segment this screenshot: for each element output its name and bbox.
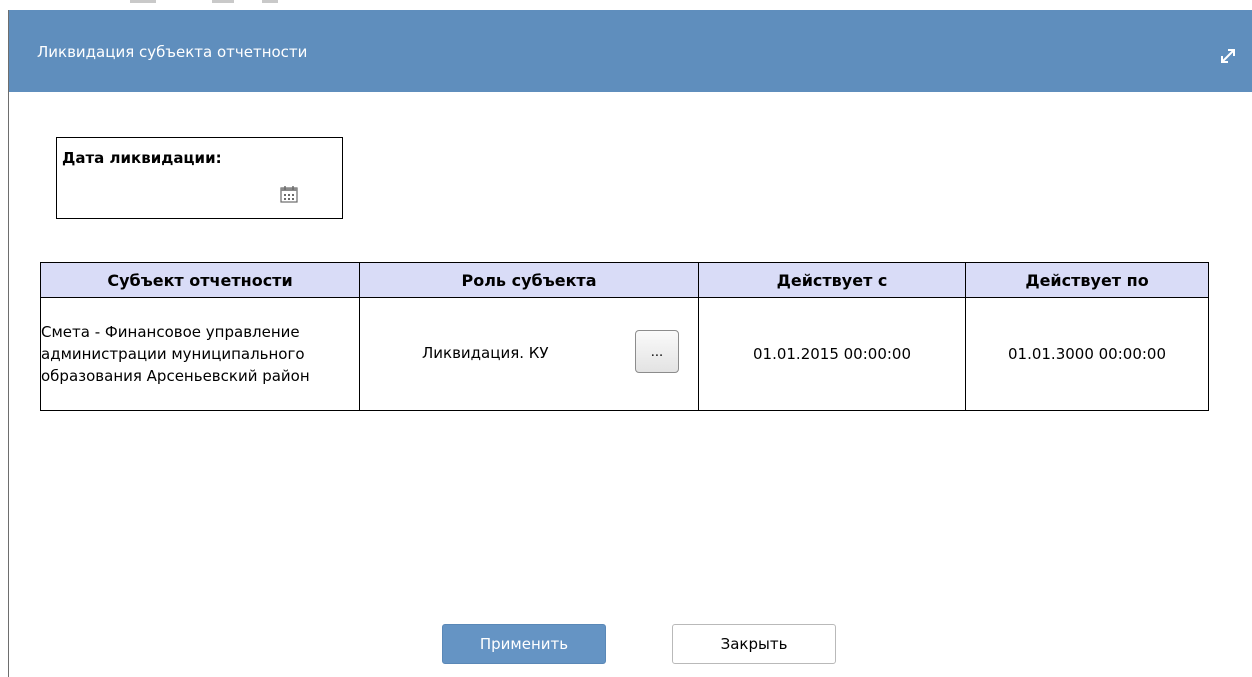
close-button[interactable]: Закрыть (672, 624, 836, 664)
column-header-valid-to[interactable]: Действует по (965, 262, 1209, 298)
table-header-row: Субъект отчетности Роль субъекта Действу… (40, 262, 1209, 298)
column-header-valid-from[interactable]: Действует с (698, 262, 966, 298)
cell-subject: Смета - Финансовое управление администра… (40, 297, 360, 411)
cell-valid-to: 01.01.3000 00:00:00 (965, 297, 1209, 411)
subjects-table: Субъект отчетности Роль субъекта Действу… (40, 262, 1209, 411)
liquidation-date-label: Дата ликвидации: (62, 149, 222, 167)
role-text: Ликвидация. КУ (422, 344, 549, 362)
liquidation-dialog: Ликвидация субъекта отчетности Дата ликв… (8, 10, 1252, 677)
dialog-titlebar: Ликвидация субъекта отчетности (9, 10, 1252, 92)
cell-role: Ликвидация. КУ ... (359, 297, 699, 411)
role-select-button[interactable]: ... (635, 330, 679, 373)
top-strip (0, 0, 1252, 10)
dialog-title: Ликвидация субъекта отчетности (37, 43, 308, 61)
column-header-role[interactable]: Роль субъекта (359, 262, 699, 298)
strip-mark (130, 0, 156, 3)
column-header-subject[interactable]: Субъект отчетности (40, 262, 360, 298)
liquidation-date-field: Дата ликвидации: (56, 137, 343, 219)
table-row[interactable]: Смета - Финансовое управление администра… (40, 297, 1209, 411)
apply-button[interactable]: Применить (442, 624, 606, 664)
cell-valid-from: 01.01.2015 00:00:00 (698, 297, 966, 411)
expand-icon[interactable] (1218, 46, 1238, 66)
calendar-icon[interactable] (279, 184, 299, 204)
strip-mark (212, 0, 234, 3)
strip-mark (262, 0, 278, 3)
liquidation-date-input[interactable] (62, 172, 314, 204)
